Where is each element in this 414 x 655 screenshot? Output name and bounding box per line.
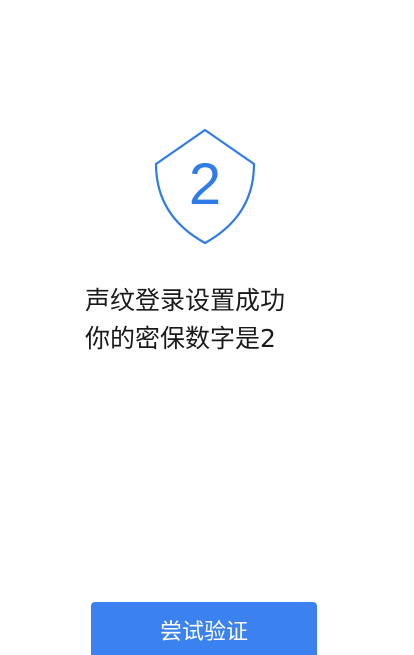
success-message: 声纹登录设置成功 你的密保数字是2: [85, 282, 385, 358]
shield-icon: 2: [154, 128, 256, 246]
security-digit: 2: [188, 152, 222, 217]
try-verify-button[interactable]: 尝试验证: [91, 602, 317, 655]
security-number-text: 你的密保数字是2: [85, 324, 276, 353]
voiceprint-setup-success-screen: 2 声纹登录设置成功 你的密保数字是2 尝试验证: [0, 0, 414, 655]
success-title: 声纹登录设置成功: [85, 286, 286, 315]
